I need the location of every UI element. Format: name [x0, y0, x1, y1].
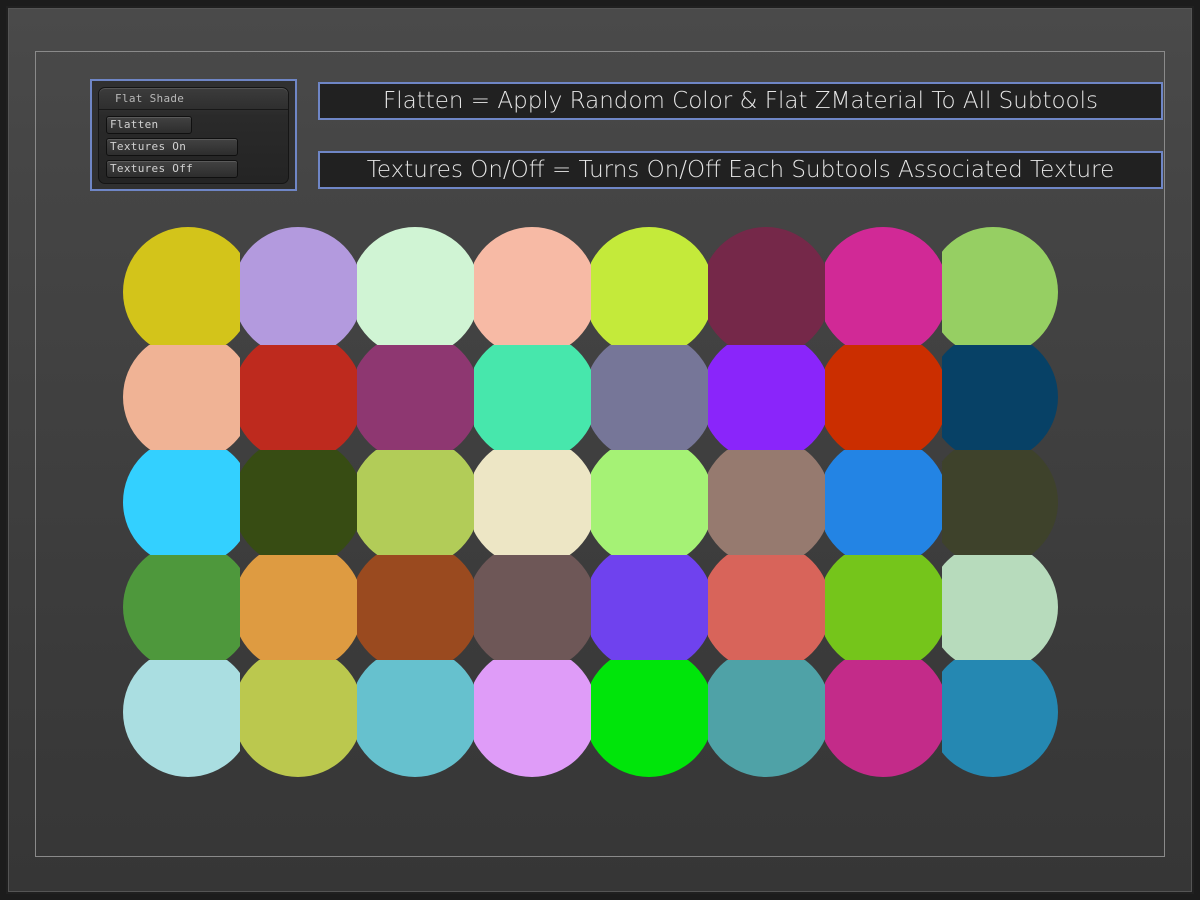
color-swatch	[708, 227, 825, 345]
color-swatch	[591, 660, 708, 777]
color-swatch	[123, 227, 240, 345]
color-swatch	[825, 660, 942, 777]
color-swatch	[942, 227, 1058, 345]
color-swatch	[357, 345, 474, 450]
color-swatch	[474, 555, 591, 660]
color-swatch	[825, 555, 942, 660]
color-swatch	[240, 660, 357, 777]
color-swatch	[123, 345, 240, 450]
color-swatch-grid	[123, 227, 1058, 777]
color-swatch	[942, 660, 1058, 777]
color-swatch	[123, 555, 240, 660]
color-swatch	[825, 345, 942, 450]
color-swatch	[474, 450, 591, 555]
color-swatch	[708, 660, 825, 777]
color-swatch	[240, 227, 357, 345]
color-swatch	[825, 227, 942, 345]
color-swatch	[942, 450, 1058, 555]
color-swatch	[591, 345, 708, 450]
color-swatch	[474, 345, 591, 450]
color-swatch	[240, 450, 357, 555]
color-swatch	[591, 450, 708, 555]
color-swatch	[942, 555, 1058, 660]
color-swatch	[357, 227, 474, 345]
color-swatch	[708, 450, 825, 555]
color-swatch	[708, 345, 825, 450]
color-swatch	[123, 450, 240, 555]
color-swatch	[825, 450, 942, 555]
color-swatch	[357, 555, 474, 660]
color-swatch	[474, 227, 591, 345]
color-swatch	[591, 227, 708, 345]
color-swatch	[942, 345, 1058, 450]
color-swatch	[591, 555, 708, 660]
color-swatch	[708, 555, 825, 660]
color-swatch	[240, 345, 357, 450]
color-swatch	[357, 660, 474, 777]
color-swatch	[357, 450, 474, 555]
color-swatch	[474, 660, 591, 777]
color-swatch	[123, 660, 240, 777]
color-swatch	[240, 555, 357, 660]
